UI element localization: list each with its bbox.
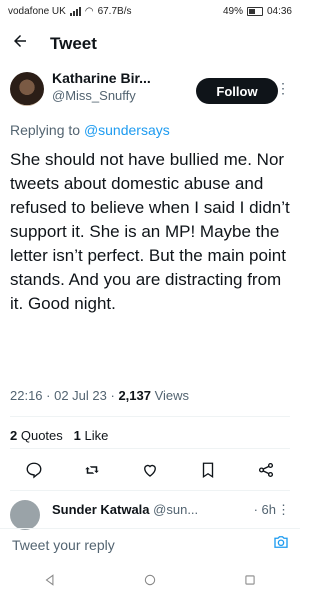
quotes-count: 2 [10, 428, 18, 443]
replying-to-prefix: Replying to [10, 122, 84, 138]
network-speed: 67.7B/s [97, 5, 132, 17]
tweet-actions [10, 458, 290, 482]
reply-icon[interactable] [22, 458, 46, 482]
follow-button[interactable]: Follow [196, 78, 278, 104]
tweet-text: She should not have bullied me. Nor twee… [10, 150, 290, 313]
tweet-meta: 22:16 · 02 Jul 23 · 2,137 Views [10, 388, 190, 403]
share-icon[interactable] [254, 458, 278, 482]
reply-author-name: Sunder Katwala [52, 502, 150, 517]
wifi-icon: ◠ [84, 5, 94, 17]
camera-icon[interactable] [272, 533, 290, 556]
author-handle[interactable]: @Miss_Snuffy [52, 88, 192, 103]
tweet-stats: 2 Quotes 1 Like [10, 428, 108, 443]
nav-back-icon[interactable] [43, 573, 57, 592]
reply-time: · 6h [253, 502, 276, 517]
nav-home-icon[interactable] [143, 573, 157, 592]
author-display-name[interactable]: Katharine Bir... [52, 70, 192, 86]
clock: 04:36 [266, 5, 292, 17]
battery-icon [246, 6, 263, 16]
divider [10, 490, 290, 491]
likes-count: 1 [73, 428, 81, 443]
bookmark-icon[interactable] [196, 458, 220, 482]
tweet-time: 22:16 [10, 388, 43, 403]
divider [10, 416, 290, 417]
views-label: Views [154, 388, 190, 403]
reply-composer [0, 528, 300, 560]
like-icon[interactable] [138, 458, 162, 482]
status-bar: vodafone UK ◠ 67.7B/s 49% 04:36 [0, 0, 300, 22]
avatar[interactable] [10, 72, 44, 106]
reply-author-handle: @sun... [153, 502, 199, 517]
replying-to-handle[interactable]: @sundersays [84, 122, 170, 138]
top-bar: Tweet [0, 28, 300, 60]
quotes-stat[interactable]: 2 Quotes [10, 428, 63, 443]
replying-to: Replying to @sundersays [10, 122, 170, 138]
tweet-date: 02 Jul 23 [54, 388, 107, 403]
tweet-author: Katharine Bir... @Miss_Snuffy Follow ⋮ [10, 70, 290, 114]
signal-icon [69, 6, 81, 16]
nav-recents-icon[interactable] [243, 573, 257, 592]
quotes-label: Quotes [20, 428, 63, 443]
system-nav-bar [0, 568, 300, 596]
divider [10, 448, 290, 449]
reply-input[interactable] [10, 535, 272, 554]
retweet-icon[interactable] [80, 458, 104, 482]
more-icon[interactable]: ⋮ [276, 80, 290, 97]
page-title: Tweet [50, 34, 97, 53]
battery-percent: 49% [222, 5, 243, 17]
back-arrow-icon[interactable] [0, 32, 40, 56]
reply-avatar[interactable] [10, 500, 40, 530]
reply-more-icon[interactable]: ⋮ [277, 502, 290, 518]
likes-stat[interactable]: 1 Like [74, 428, 109, 443]
carrier-label: vodafone UK [8, 5, 66, 17]
views-count: 2,137 [118, 388, 151, 403]
reply-preview[interactable]: Sunder Katwala @sun... · 6h ⋮ [10, 500, 290, 530]
likes-label: Like [84, 428, 109, 443]
